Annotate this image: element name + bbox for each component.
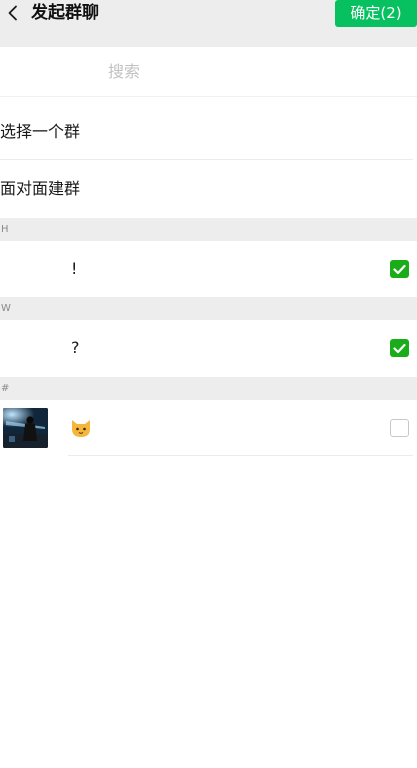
select-group-label: 选择一个群	[0, 122, 81, 141]
contact-name: ?	[71, 338, 80, 357]
avatar-image	[3, 408, 48, 448]
section-header-hash: #	[0, 377, 417, 400]
page-title: 发起群聊	[31, 3, 99, 23]
contact-row[interactable]: !	[0, 241, 417, 297]
top-bar: 发起群聊 确定(2)	[0, 0, 417, 47]
section-header-w: W	[0, 297, 417, 320]
select-group-item[interactable]: 选择一个群	[0, 104, 417, 160]
face-to-face-label: 面对面建群	[0, 179, 81, 198]
checkmark-icon	[393, 264, 406, 274]
cat-emoji-icon	[72, 420, 90, 437]
checkmark-icon	[393, 343, 406, 353]
confirm-button[interactable]: 确定(2)	[335, 0, 417, 27]
avatar	[3, 408, 48, 448]
search-bar	[0, 47, 417, 97]
search-input[interactable]	[0, 47, 417, 96]
section-header-h: H	[0, 218, 417, 241]
contact-row[interactable]	[0, 400, 417, 456]
chevron-left-icon	[8, 5, 17, 21]
contact-name: !	[71, 259, 78, 278]
back-button[interactable]	[0, 0, 26, 26]
divider	[68, 455, 413, 456]
contact-checkbox-unchecked[interactable]	[390, 419, 409, 437]
face-to-face-group-item[interactable]: 面对面建群	[0, 161, 417, 217]
contact-checkbox-checked[interactable]	[390, 339, 409, 357]
divider	[0, 159, 413, 160]
contact-checkbox-checked[interactable]	[390, 260, 409, 278]
contact-row[interactable]: ?	[0, 320, 417, 376]
